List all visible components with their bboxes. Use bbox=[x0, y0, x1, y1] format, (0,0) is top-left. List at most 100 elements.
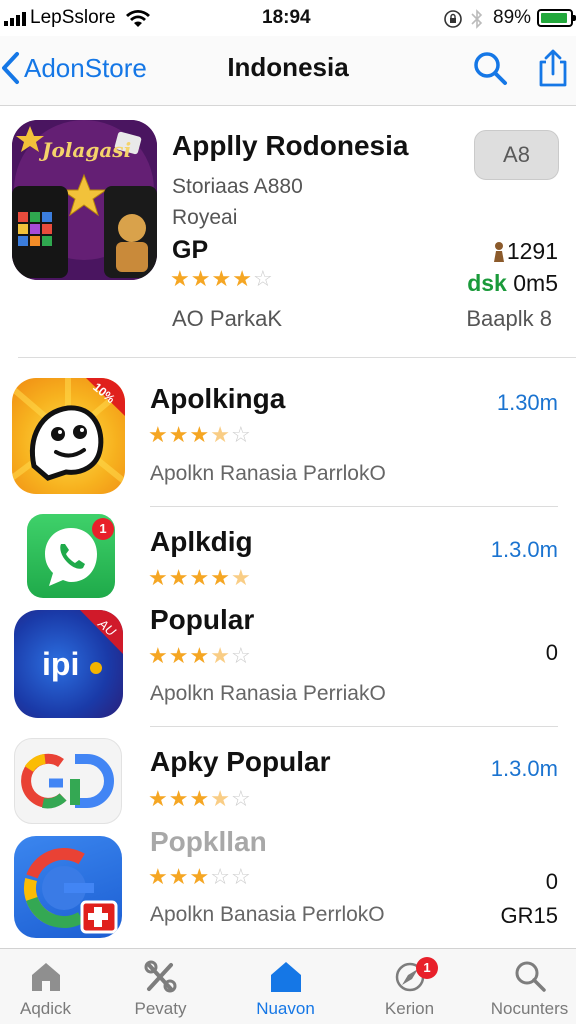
app-size: 1.3.0m bbox=[490, 537, 558, 562]
star-icon: ☆ bbox=[252, 266, 273, 291]
rotation-lock-icon bbox=[444, 10, 462, 28]
star-icon: ★ bbox=[189, 864, 210, 889]
wifi-icon bbox=[126, 10, 150, 27]
app-name[interactable]: Apky Popular bbox=[150, 746, 330, 778]
tab-kerion[interactable]: 1 Kerion bbox=[352, 949, 467, 1024]
star-icon: ★ bbox=[211, 266, 232, 291]
app-icon-popkllan[interactable] bbox=[14, 836, 122, 938]
star-icon: ★ bbox=[210, 786, 230, 811]
featured-icon-text: Jolagasi bbox=[42, 138, 132, 162]
carrier-name: LepSslore bbox=[30, 7, 116, 28]
featured-app-icon[interactable]: Jolagasi bbox=[12, 120, 157, 280]
notification-badge: 1 bbox=[416, 957, 438, 979]
star-icon: ☆ bbox=[230, 786, 251, 811]
featured-app-category: Baaplk 8 bbox=[466, 306, 552, 331]
app-rating-stars: ★ ★ ★ ★ ☆ bbox=[148, 645, 251, 667]
bluetooth-icon bbox=[471, 9, 483, 29]
tab-label: Nuavon bbox=[256, 999, 315, 1018]
star-icon: ★ bbox=[189, 786, 210, 811]
star-icon: ★ bbox=[168, 565, 189, 590]
tab-label: Nocunters bbox=[490, 999, 569, 1018]
star-icon: ★ bbox=[168, 643, 189, 668]
app-subtitle: Apolkn Ranasia PerriakO bbox=[150, 682, 386, 705]
featured-rating-count: 1291 bbox=[493, 238, 558, 265]
star-icon: ★ bbox=[170, 266, 190, 291]
featured-app-subtitle: Storiaas A880 bbox=[172, 175, 303, 198]
featured-app-subtitle-2: Royeai bbox=[172, 206, 238, 229]
clock-time: 18:94 bbox=[262, 7, 311, 28]
star-icon: ★ bbox=[148, 565, 168, 590]
app-rating-stars: ★ ★ ★ ★ ★ bbox=[148, 567, 251, 589]
tab-aqdick[interactable]: Aqdick bbox=[0, 949, 103, 1024]
house-fill-icon bbox=[271, 962, 301, 992]
featured-app-name[interactable]: Applly Rodonesia bbox=[172, 130, 408, 162]
app-value-2: GR15 bbox=[500, 903, 558, 928]
star-icon: ☆ bbox=[210, 864, 230, 889]
star-icon: ★ bbox=[189, 422, 210, 447]
app-icon-apolkinga[interactable]: 10% bbox=[12, 378, 125, 494]
star-icon: ☆ bbox=[230, 422, 251, 447]
navigation-bar: AdonStore Indonesia bbox=[0, 36, 576, 106]
star-icon: ★ bbox=[230, 565, 251, 590]
home-icon bbox=[32, 963, 60, 991]
tab-bar: Aqdick Pevaty Nuavon 1 Kerion Nocunters bbox=[0, 948, 576, 1024]
divider bbox=[150, 506, 558, 507]
star-icon: ☆ bbox=[230, 864, 251, 889]
star-icon: ★ bbox=[189, 643, 210, 668]
star-icon: ★ bbox=[210, 565, 230, 590]
app-rating-stars: ★ ★ ★ ☆ ☆ bbox=[148, 866, 251, 888]
featured-app-developer: AO ParkaK bbox=[172, 306, 283, 331]
tab-label: Pevaty bbox=[134, 999, 187, 1018]
gd-logo-icon bbox=[21, 753, 114, 809]
dot-icon bbox=[90, 662, 102, 674]
icon-text: ipi bbox=[42, 646, 80, 682]
app-rating-stars: ★ ★ ★ ★ ☆ bbox=[148, 424, 251, 446]
back-button[interactable]: AdonStore bbox=[0, 50, 147, 86]
app-icon-apky-popular[interactable] bbox=[14, 738, 122, 824]
tab-label: Aqdick bbox=[19, 999, 72, 1018]
page-title: Indonesia bbox=[227, 52, 349, 82]
divider bbox=[150, 726, 558, 727]
featured-app-size: dsk 0m5 bbox=[467, 270, 558, 296]
star-icon: ★ bbox=[148, 864, 168, 889]
get-button[interactable]: A8 bbox=[474, 130, 559, 180]
app-value: 0 bbox=[545, 869, 558, 894]
signal-icon bbox=[4, 12, 26, 26]
search-icon[interactable] bbox=[472, 50, 508, 86]
star-icon: ★ bbox=[210, 422, 230, 447]
star-icon: ★ bbox=[210, 643, 230, 668]
app-name[interactable]: Popular bbox=[150, 604, 254, 636]
tab-nocunters[interactable]: Nocunters bbox=[472, 949, 576, 1024]
battery-icon bbox=[537, 9, 576, 27]
star-icon: ★ bbox=[232, 266, 252, 291]
tab-label: Kerion bbox=[384, 999, 435, 1018]
notification-badge: 1 bbox=[92, 518, 114, 540]
tab-nuavon[interactable]: Nuavon bbox=[228, 949, 343, 1024]
app-name[interactable]: Apolkinga bbox=[150, 383, 285, 415]
app-name[interactable]: Popkllan bbox=[150, 826, 267, 858]
divider bbox=[18, 357, 576, 358]
app-name[interactable]: Aplkdig bbox=[150, 526, 253, 558]
star-icon: ★ bbox=[168, 864, 189, 889]
app-size: 1.30m bbox=[496, 390, 558, 415]
g-logo-icon bbox=[23, 848, 118, 934]
app-value: 0 bbox=[545, 640, 558, 665]
star-icon: ★ bbox=[189, 565, 210, 590]
star-icon: ★ bbox=[148, 422, 168, 447]
featured-rating-stars: ★ ★ ★ ★ ☆ bbox=[170, 268, 273, 290]
star-icon: ★ bbox=[148, 643, 168, 668]
star-icon: ★ bbox=[190, 266, 211, 291]
app-rating-stars: ★ ★ ★ ★ ☆ bbox=[148, 788, 251, 810]
person-icon bbox=[493, 241, 504, 262]
app-size: 1.3.0m bbox=[490, 756, 558, 781]
featured-app-price: GP bbox=[172, 236, 209, 264]
share-icon[interactable] bbox=[537, 48, 569, 88]
back-label: AdonStore bbox=[24, 52, 147, 83]
search-icon bbox=[515, 961, 546, 992]
star-icon: ☆ bbox=[230, 643, 251, 668]
star-icon: ★ bbox=[168, 422, 189, 447]
tab-pevaty[interactable]: Pevaty bbox=[103, 949, 218, 1024]
app-icon-popular[interactable]: ipi AU bbox=[14, 610, 123, 718]
app-subtitle: Apolkn Ranasia ParrlokO bbox=[150, 462, 386, 485]
star-icon: ★ bbox=[168, 786, 189, 811]
